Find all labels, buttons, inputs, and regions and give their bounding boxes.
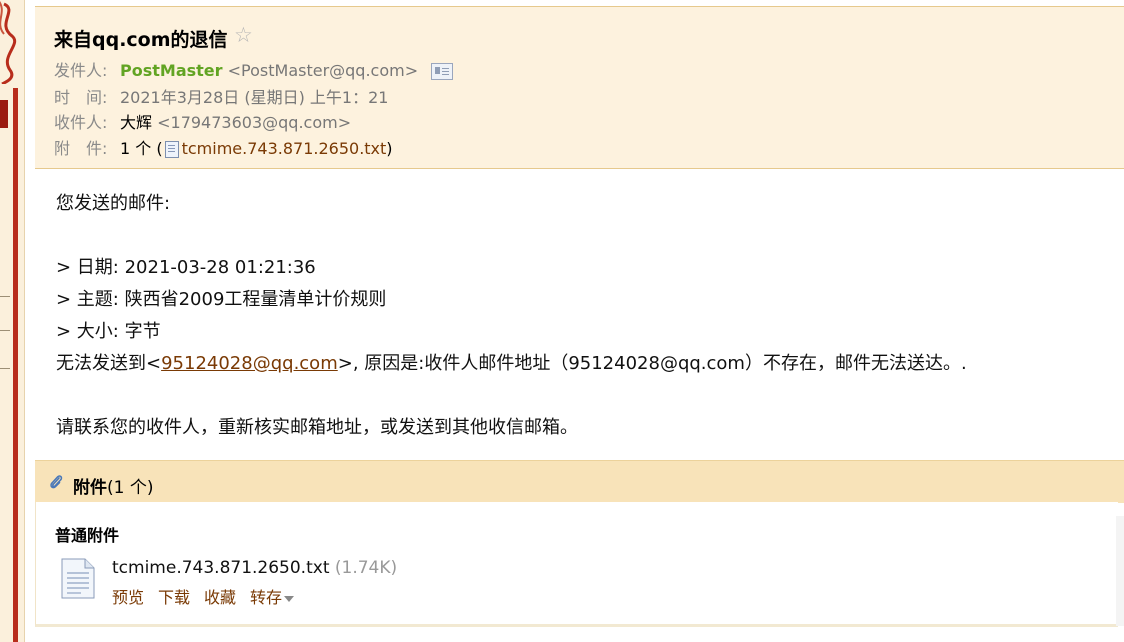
chevron-down-icon	[284, 595, 295, 602]
normal-attachments-title: 普通附件	[55, 526, 120, 545]
failed-address-link[interactable]: 95124028@qq.com	[161, 353, 338, 374]
text-file-icon	[164, 141, 179, 158]
from-label: 发件人:	[54, 61, 108, 80]
sender-name[interactable]: PostMaster	[120, 61, 223, 80]
body-blank-line	[56, 380, 1116, 412]
recipient-name[interactable]: 大辉	[120, 113, 152, 132]
body-line-contact: 请联系您的收件人，重新核实邮箱地址，或发送到其他收信邮箱。	[56, 417, 578, 438]
rail-red-block	[0, 100, 8, 128]
attachment-actions: 预览 下载 收藏 转存	[112, 584, 295, 608]
panel-right-edge	[1116, 516, 1124, 626]
attachment-row: 附 件: 1 个 ( tcmime.743.871.2650.txt)	[54, 135, 393, 159]
body-line-size: > 大小: 字节	[56, 321, 161, 342]
failure-suffix: >, 原因是:收件人邮件地址（95124028@qq.com）不存在，邮件无法送…	[337, 353, 967, 374]
attachment-link[interactable]: tcmime.743.871.2650.txt	[182, 139, 387, 158]
mail-subject: 来自qq.com的退信	[54, 29, 228, 51]
time-label: 时 间:	[54, 88, 108, 107]
mail-view: 来自qq.com的退信 ☆ 发件人: PostMaster <PostMaster…	[35, 0, 1124, 642]
body-line-subject: > 主题: 陕西省2009工程量清单计价规则	[56, 289, 387, 310]
save-to-label: 转存	[250, 588, 283, 607]
body-line-intro: 您发送的邮件:	[56, 193, 171, 214]
attachments-title: 附件(1 个)	[73, 473, 153, 498]
to-label: 收件人:	[54, 113, 108, 132]
body-line-failure: 无法发送到<95124028@qq.com>, 原因是:收件人邮件地址（9512…	[56, 348, 1116, 380]
attachments-panel: 普通附件 tcmime.743.871.2650.txt (1.74K) 预览下…	[35, 502, 1118, 627]
left-decorative-rail	[0, 0, 25, 642]
recipient-email: <179473603@qq.com>	[157, 113, 352, 132]
rail-tick	[0, 368, 10, 369]
failure-prefix: 无法发送到<	[56, 353, 162, 374]
mail-body: 您发送的邮件: > 日期: 2021-03-28 01:21:36 > 主题: …	[56, 188, 1116, 444]
attachments-title-label: 附件	[73, 478, 107, 498]
time-row: 时 间: 2021年3月28日 (星期日) 上午1：21	[54, 84, 388, 108]
to-row: 收件人: 大辉 <179473603@qq.com>	[54, 109, 351, 133]
rail-tick	[0, 296, 10, 297]
file-name-text[interactable]: tcmime.743.871.2650.txt	[112, 558, 329, 578]
attachments-count: (1 个)	[107, 478, 154, 498]
body-line-date: > 日期: 2021-03-28 01:21:36	[56, 257, 316, 278]
paperclip-icon	[50, 475, 63, 489]
save-to-link[interactable]: 转存	[250, 588, 295, 607]
file-size: (1.74K)	[334, 558, 398, 578]
favorite-link[interactable]: 收藏	[204, 588, 236, 607]
mail-header: 来自qq.com的退信 ☆ 发件人: PostMaster <PostMaster…	[35, 6, 1124, 169]
attachment-label: 附 件:	[54, 139, 108, 158]
contact-card-icon[interactable]	[431, 63, 454, 80]
rail-red-stripe	[13, 88, 18, 642]
star-icon[interactable]: ☆	[234, 23, 253, 47]
sender-email: <PostMaster@qq.com>	[227, 61, 419, 80]
decorative-swirl	[0, 1, 16, 84]
text-document-icon[interactable]	[61, 558, 95, 599]
attachment-file-name: tcmime.743.871.2650.txt (1.74K)	[112, 558, 397, 578]
attachment-count: 1 个 (	[120, 139, 163, 158]
attachments-header: 附件(1 个)	[35, 460, 1124, 503]
from-row: 发件人: PostMaster <PostMaster@qq.com>	[54, 57, 454, 81]
attachment-close-paren: )	[386, 139, 393, 158]
download-link[interactable]: 下载	[158, 588, 190, 607]
rail-tick	[0, 330, 10, 331]
time-value: 2021年3月28日 (星期日) 上午1：21	[120, 88, 389, 107]
body-blank-line	[56, 220, 1116, 252]
preview-link[interactable]: 预览	[112, 588, 144, 607]
